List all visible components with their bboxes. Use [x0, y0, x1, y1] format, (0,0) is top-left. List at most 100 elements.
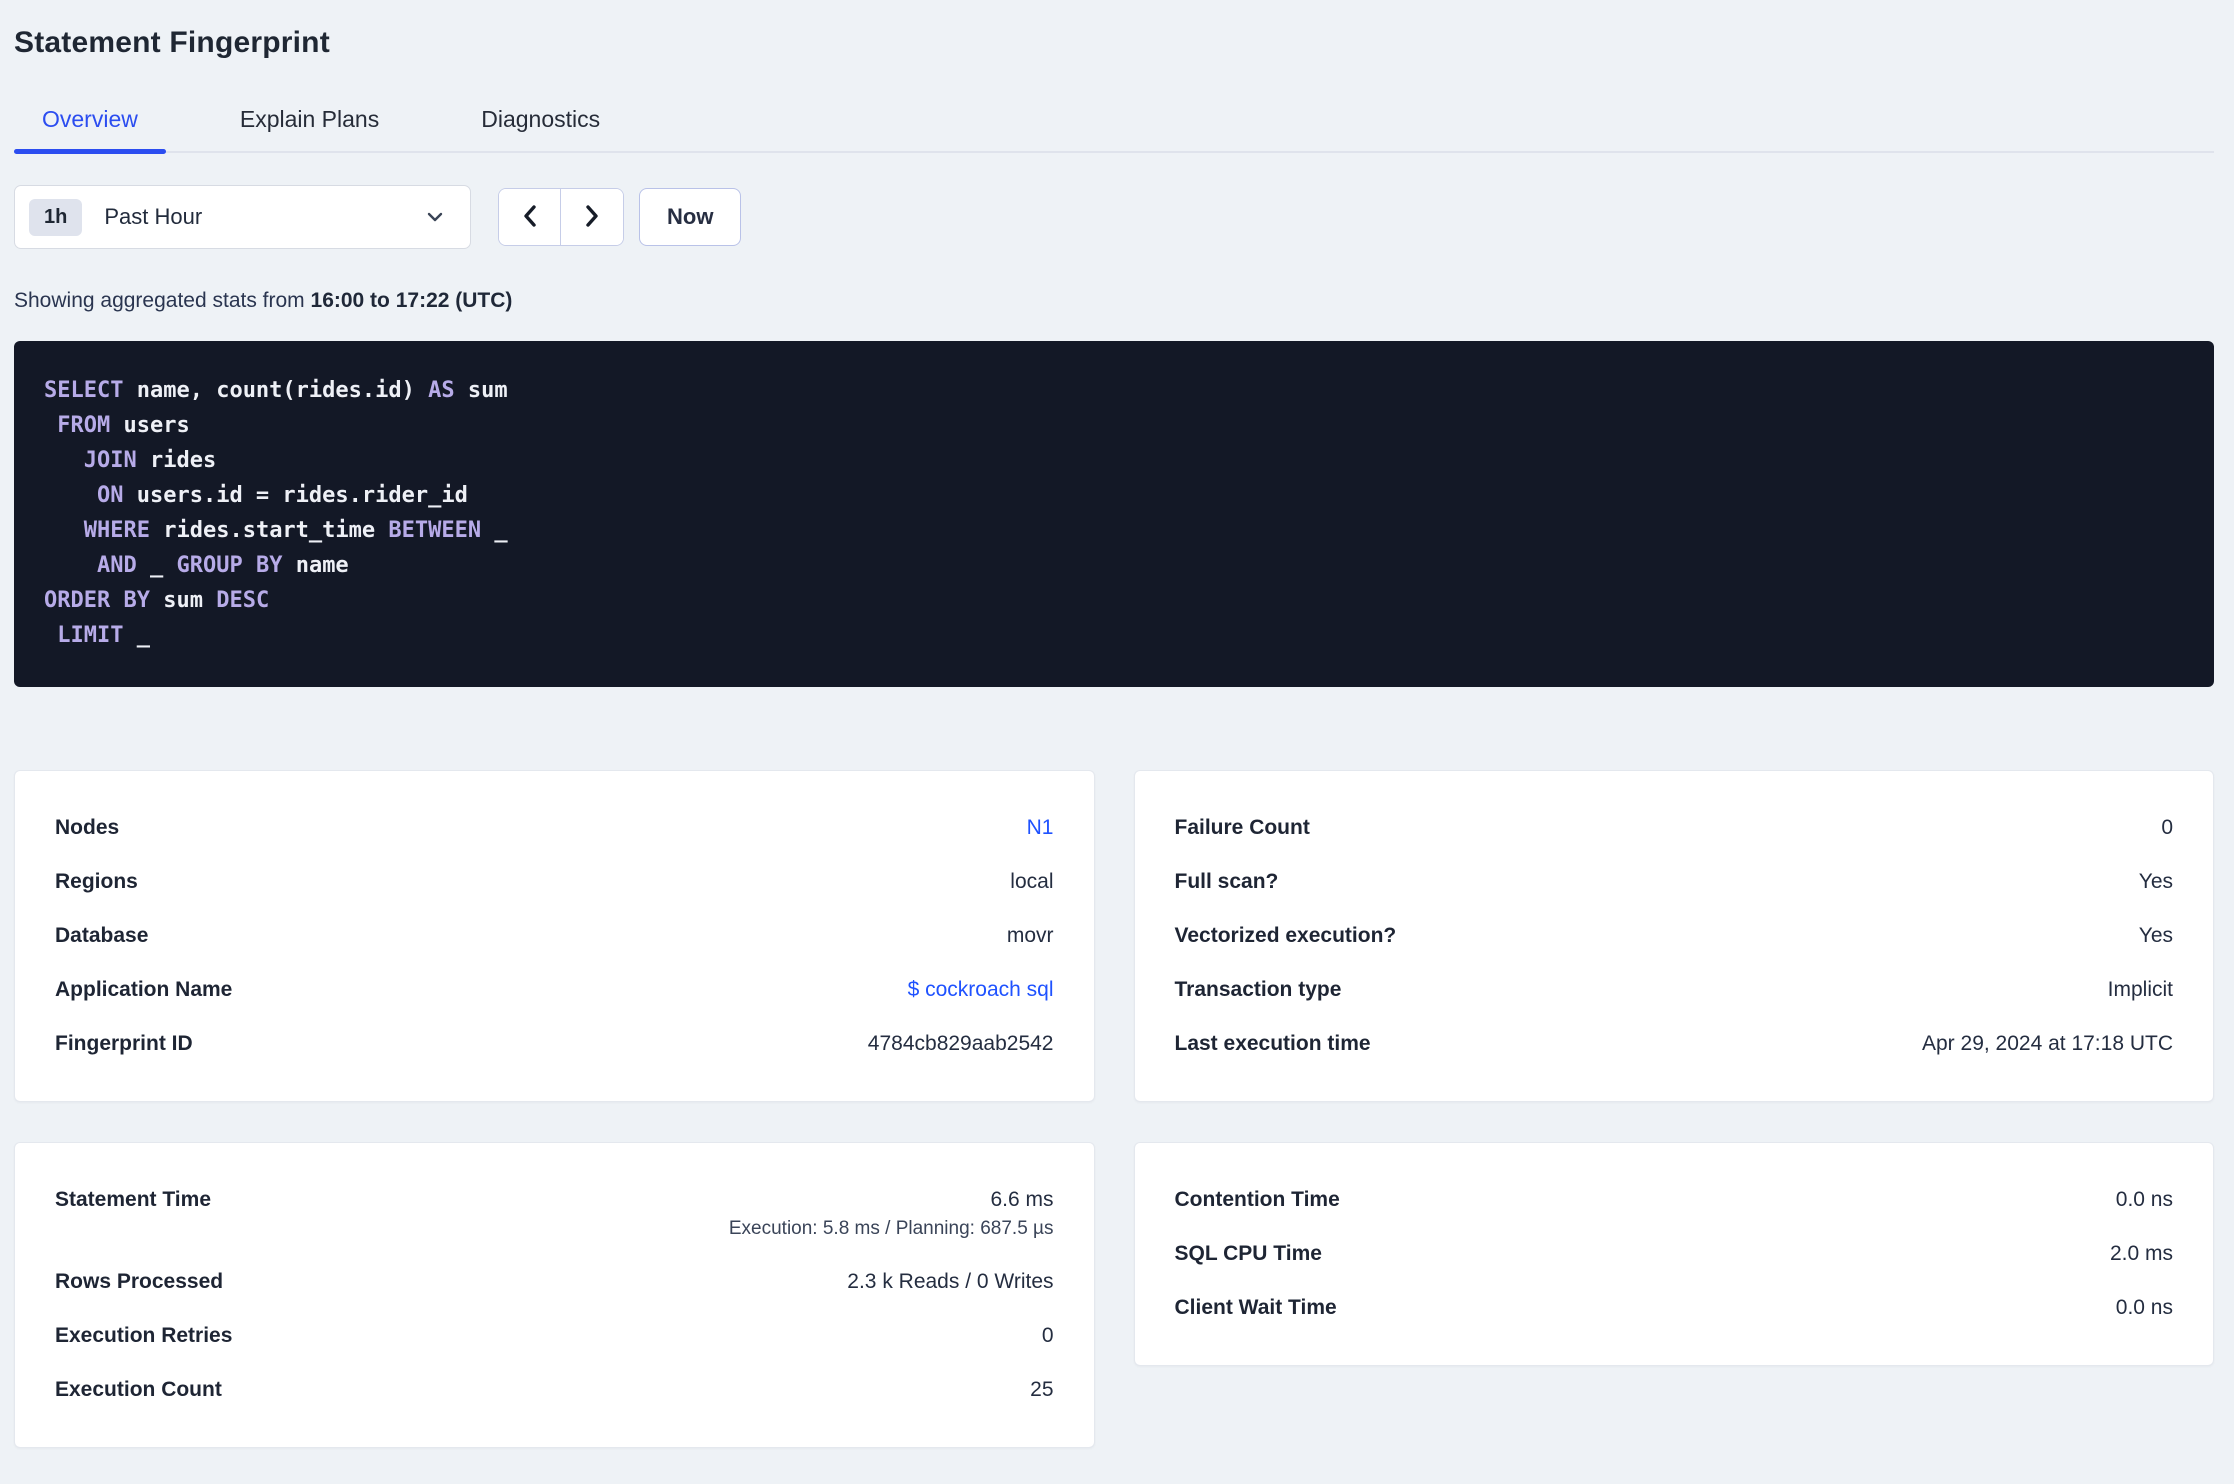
card-row: Execution Count 25 [55, 1363, 1054, 1417]
row-values: 0 [2161, 801, 2173, 855]
row-value: 2.3 k Reads / 0 Writes [847, 1270, 1054, 1293]
chevron-left-icon [519, 203, 541, 232]
row-values: 4784cb829aab2542 [868, 1017, 1054, 1071]
row-value: 4784cb829aab2542 [867, 1032, 1054, 1055]
card-row: Full scan? Yes [1175, 855, 2174, 909]
time-range-label: Past Hour [104, 204, 203, 229]
card-row: Nodes N1 [55, 801, 1054, 855]
card-row: Statement Time 6.6 ms Execution: 5.8 ms / … [55, 1173, 1054, 1255]
row-value: 0 [1041, 1324, 1054, 1347]
wait-times-card: Contention Time 0.0 ns SQL CPU Time 2.0 ms C… [1133, 1142, 2214, 1366]
tab-diagnostics[interactable]: Diagnostics [453, 106, 628, 151]
stats-line-prefix: Showing aggregated stats from [14, 289, 311, 312]
row-label: Last execution time [1174, 1032, 1371, 1055]
execution-attributes-card: Failure Count 0 Full scan? Yes Vectorized ex… [1133, 770, 2214, 1102]
summary-cards: Nodes N1 Regions local Database movr Applicati… [14, 770, 2214, 1448]
row-label: Vectorized execution? [1174, 924, 1397, 947]
row-value: 0.0 ns [2115, 1296, 2173, 1319]
row-label: Statement Time [55, 1188, 211, 1211]
row-value: Yes [2138, 870, 2173, 893]
row-values: Implicit [2108, 963, 2173, 1017]
row-label: Execution Count [55, 1378, 222, 1401]
chevron-right-icon [581, 203, 603, 232]
row-label: Full scan? [1174, 870, 1279, 893]
row-values: N1 [1027, 801, 1054, 855]
row-value: 0 [2161, 816, 2173, 839]
next-interval-button[interactable] [561, 189, 623, 245]
tab-overview[interactable]: Overview [14, 106, 166, 154]
row-values: 2.3 k Reads / 0 Writes [847, 1255, 1053, 1309]
row-values: movr [1007, 909, 1054, 963]
tab-bar: Overview Explain Plans Diagnostics [14, 106, 2214, 154]
row-value-link[interactable]: $ cockroach sql [908, 963, 1054, 1017]
card-row: Application Name $ cockroach sql [55, 963, 1054, 1017]
sql-line: FROM users [57, 413, 190, 438]
row-value: 0.0 ns [2115, 1188, 2173, 1211]
time-interval-arrows [498, 188, 624, 246]
card-row: Fingerprint ID 4784cb829aab2542 [55, 1017, 1054, 1071]
prev-interval-button[interactable] [499, 189, 561, 245]
row-subvalue: Execution: 5.8 ms / Planning: 687.5 µs [728, 1218, 1054, 1239]
row-label: Contention Time [1174, 1188, 1340, 1211]
row-label: Execution Retries [55, 1324, 233, 1347]
row-label: Transaction type [1174, 978, 1342, 1001]
sql-line: SELECT name, count(rides.id) AS sum [44, 378, 508, 403]
row-label: Application Name [55, 978, 233, 1001]
time-range-badge: 1h [29, 198, 83, 236]
row-values: 0.0 ns [2116, 1281, 2173, 1335]
row-value: Yes [2138, 924, 2173, 947]
chevron-down-icon [424, 206, 446, 228]
row-value: Apr 29, 2024 at 17:18 UTC [1922, 1032, 2173, 1055]
row-value: Implicit [2107, 978, 2173, 1001]
tab-explain-plans[interactable]: Explain Plans [212, 106, 407, 151]
sql-line: WHERE rides.start_time BETWEEN _ [83, 518, 508, 543]
row-values: 2.0 ms [2110, 1227, 2173, 1281]
card-row: SQL CPU Time 2.0 ms [1175, 1227, 2174, 1281]
card-row: Last execution time Apr 29, 2024 at 17:18… [1175, 1017, 2174, 1071]
row-label: Rows Processed [55, 1270, 224, 1293]
card-row: Contention Time 0.0 ns [1175, 1173, 2174, 1227]
time-range-select[interactable]: 1h Past Hour [14, 185, 471, 249]
statement-times-card: Statement Time 6.6 ms Execution: 5.8 ms / … [14, 1142, 1095, 1448]
sql-line: ORDER BY sum DESC [44, 588, 270, 613]
row-label: Regions [55, 870, 138, 893]
now-button[interactable]: Now [639, 188, 742, 246]
card-row: Vectorized execution? Yes [1175, 909, 2174, 963]
row-label: Failure Count [1174, 816, 1310, 839]
statement-details-card: Nodes N1 Regions local Database movr Applicati… [14, 770, 1095, 1102]
row-value: movr [1006, 924, 1054, 947]
row-label: Client Wait Time [1174, 1296, 1337, 1319]
sql-line: AND _ GROUP BY name [96, 553, 349, 578]
stats-line-range: 16:00 to 17:22 (UTC) [310, 289, 513, 312]
card-row: Rows Processed 2.3 k Reads / 0 Writes [55, 1255, 1054, 1309]
row-value: 2.0 ms [2109, 1242, 2173, 1265]
row-values: 25 [1030, 1363, 1053, 1417]
aggregated-stats-line: Showing aggregated stats from 16:00 to 1… [14, 289, 2214, 313]
row-value-link[interactable]: N1 [1027, 801, 1054, 855]
card-row: Regions local [55, 855, 1054, 909]
card-row: Execution Retries 0 [55, 1309, 1054, 1363]
card-row: Client Wait Time 0.0 ns [1175, 1281, 2174, 1335]
sql-line: LIMIT _ [57, 623, 150, 648]
row-values: 6.6 ms Execution: 5.8 ms / Planning: 687.… [729, 1173, 1054, 1255]
row-values: Yes [2139, 855, 2173, 909]
row-value: local [1010, 870, 1054, 893]
card-row: Failure Count 0 [1175, 801, 2174, 855]
card-row: Database movr [55, 909, 1054, 963]
row-value: 25 [1030, 1378, 1054, 1401]
statement-fingerprint-page: Statement Fingerprint Overview Explain Pl… [0, 26, 2234, 1448]
row-values: Apr 29, 2024 at 17:18 UTC [1922, 1017, 2173, 1071]
row-values: local [1010, 855, 1053, 909]
row-values: Yes [2139, 909, 2173, 963]
row-label: Fingerprint ID [55, 1032, 193, 1055]
row-label: Nodes [55, 816, 120, 839]
time-controls: 1h Past Hour Now [14, 185, 2214, 249]
card-row: Transaction type Implicit [1175, 963, 2174, 1017]
sql-line: ON users.id = rides.rider_id [96, 483, 468, 508]
row-values: 0.0 ns [2116, 1173, 2173, 1227]
page-title: Statement Fingerprint [14, 26, 330, 59]
row-values: $ cockroach sql [908, 963, 1054, 1017]
sql-line: JOIN rides [83, 448, 217, 473]
row-label: SQL CPU Time [1174, 1242, 1322, 1265]
row-label: Database [55, 924, 149, 947]
